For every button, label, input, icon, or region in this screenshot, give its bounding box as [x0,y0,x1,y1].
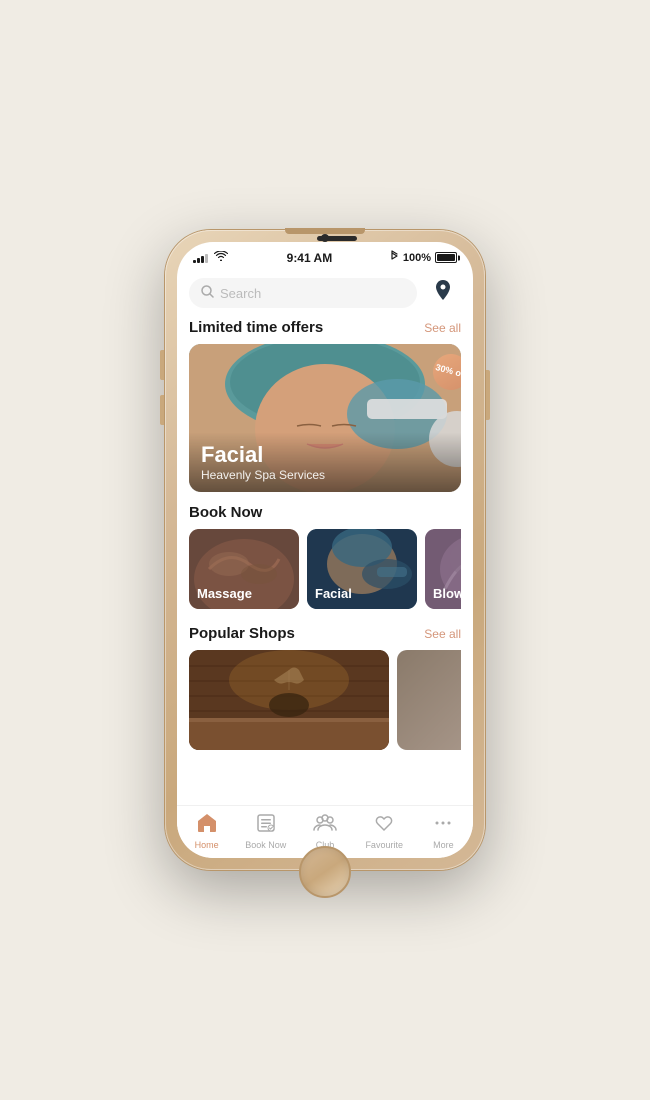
limited-offers-title: Limited time offers [189,319,323,336]
home-icon [196,812,218,838]
offer-card[interactable]: 30% off Facial Heavenly Spa Services [189,344,461,492]
offer-title: Facial [201,442,449,468]
nav-label-more: More [433,840,454,850]
book-now-section: Book Now [177,504,473,625]
volume-down-button [160,395,164,425]
home-button[interactable] [299,846,351,898]
nav-item-favourite[interactable]: Favourite [355,812,414,850]
wifi-icon [214,251,228,264]
book-card-overlay-facial: Facial [307,529,417,609]
search-bar-container: Search [177,269,473,319]
see-all-offers-button[interactable]: See all [424,321,461,335]
app-content: Search Limited time offers See all [177,269,473,858]
see-all-shops-button[interactable]: See all [424,627,461,641]
power-button [486,370,490,420]
volume-up-button [160,350,164,380]
phone-screen: 9:41 AM 100% [177,242,473,858]
main-scroll[interactable]: Limited time offers See all [177,319,473,805]
bluetooth-icon [391,250,399,265]
club-icon [313,812,337,838]
book-now-icon [255,812,277,838]
popular-shops-section: Popular Shops See all [177,625,473,762]
status-bar: 9:41 AM 100% [177,242,473,269]
nav-item-more[interactable]: More [414,812,473,850]
shop-card-2[interactable] [397,650,461,750]
nav-label-favourite: Favourite [365,840,403,850]
section-header-offers: Limited time offers See all [189,319,461,336]
phone-frame: 9:41 AM 100% [165,230,485,870]
book-card-massage[interactable]: Massage [189,529,299,609]
status-right: 100% [391,250,457,265]
phone-camera [321,234,329,242]
nav-label-book-now: Book Now [245,840,286,850]
book-card-label-massage: Massage [197,586,252,601]
section-header-shops: Popular Shops See all [189,625,461,642]
signal-icon [193,253,208,263]
battery-icon [435,252,457,263]
status-left [193,251,228,264]
clock: 9:41 AM [287,251,333,265]
popular-shops-title: Popular Shops [189,625,295,642]
nav-label-home: Home [195,840,219,850]
nav-item-club[interactable]: Club [295,812,354,850]
book-now-scroll: Massage [189,529,461,613]
section-header-book: Book Now [189,504,461,521]
battery-percent: 100% [403,252,431,264]
shop-card[interactable] [189,650,389,750]
book-now-title: Book Now [189,504,262,521]
book-card-overlay-blow: Blow [425,529,461,609]
book-card-label-blow: Blow [433,586,461,601]
book-card-label-facial: Facial [315,586,352,601]
offer-overlay: Facial Heavenly Spa Services [189,432,461,492]
popular-shops-scroll [189,650,461,750]
nav-item-book-now[interactable]: Book Now [236,812,295,850]
search-icon [201,285,214,301]
more-icon [432,812,454,838]
limited-offers-section: Limited time offers See all [177,319,473,504]
search-bar[interactable]: Search [189,278,417,308]
favourite-icon [373,812,395,838]
search-placeholder: Search [220,286,261,301]
book-card-blow[interactable]: Blow [425,529,461,609]
nav-item-home[interactable]: Home [177,812,236,850]
offer-subtitle: Heavenly Spa Services [201,468,449,482]
book-card-overlay-massage: Massage [189,529,299,609]
location-button[interactable] [425,275,461,311]
book-card-facial[interactable]: Facial [307,529,417,609]
